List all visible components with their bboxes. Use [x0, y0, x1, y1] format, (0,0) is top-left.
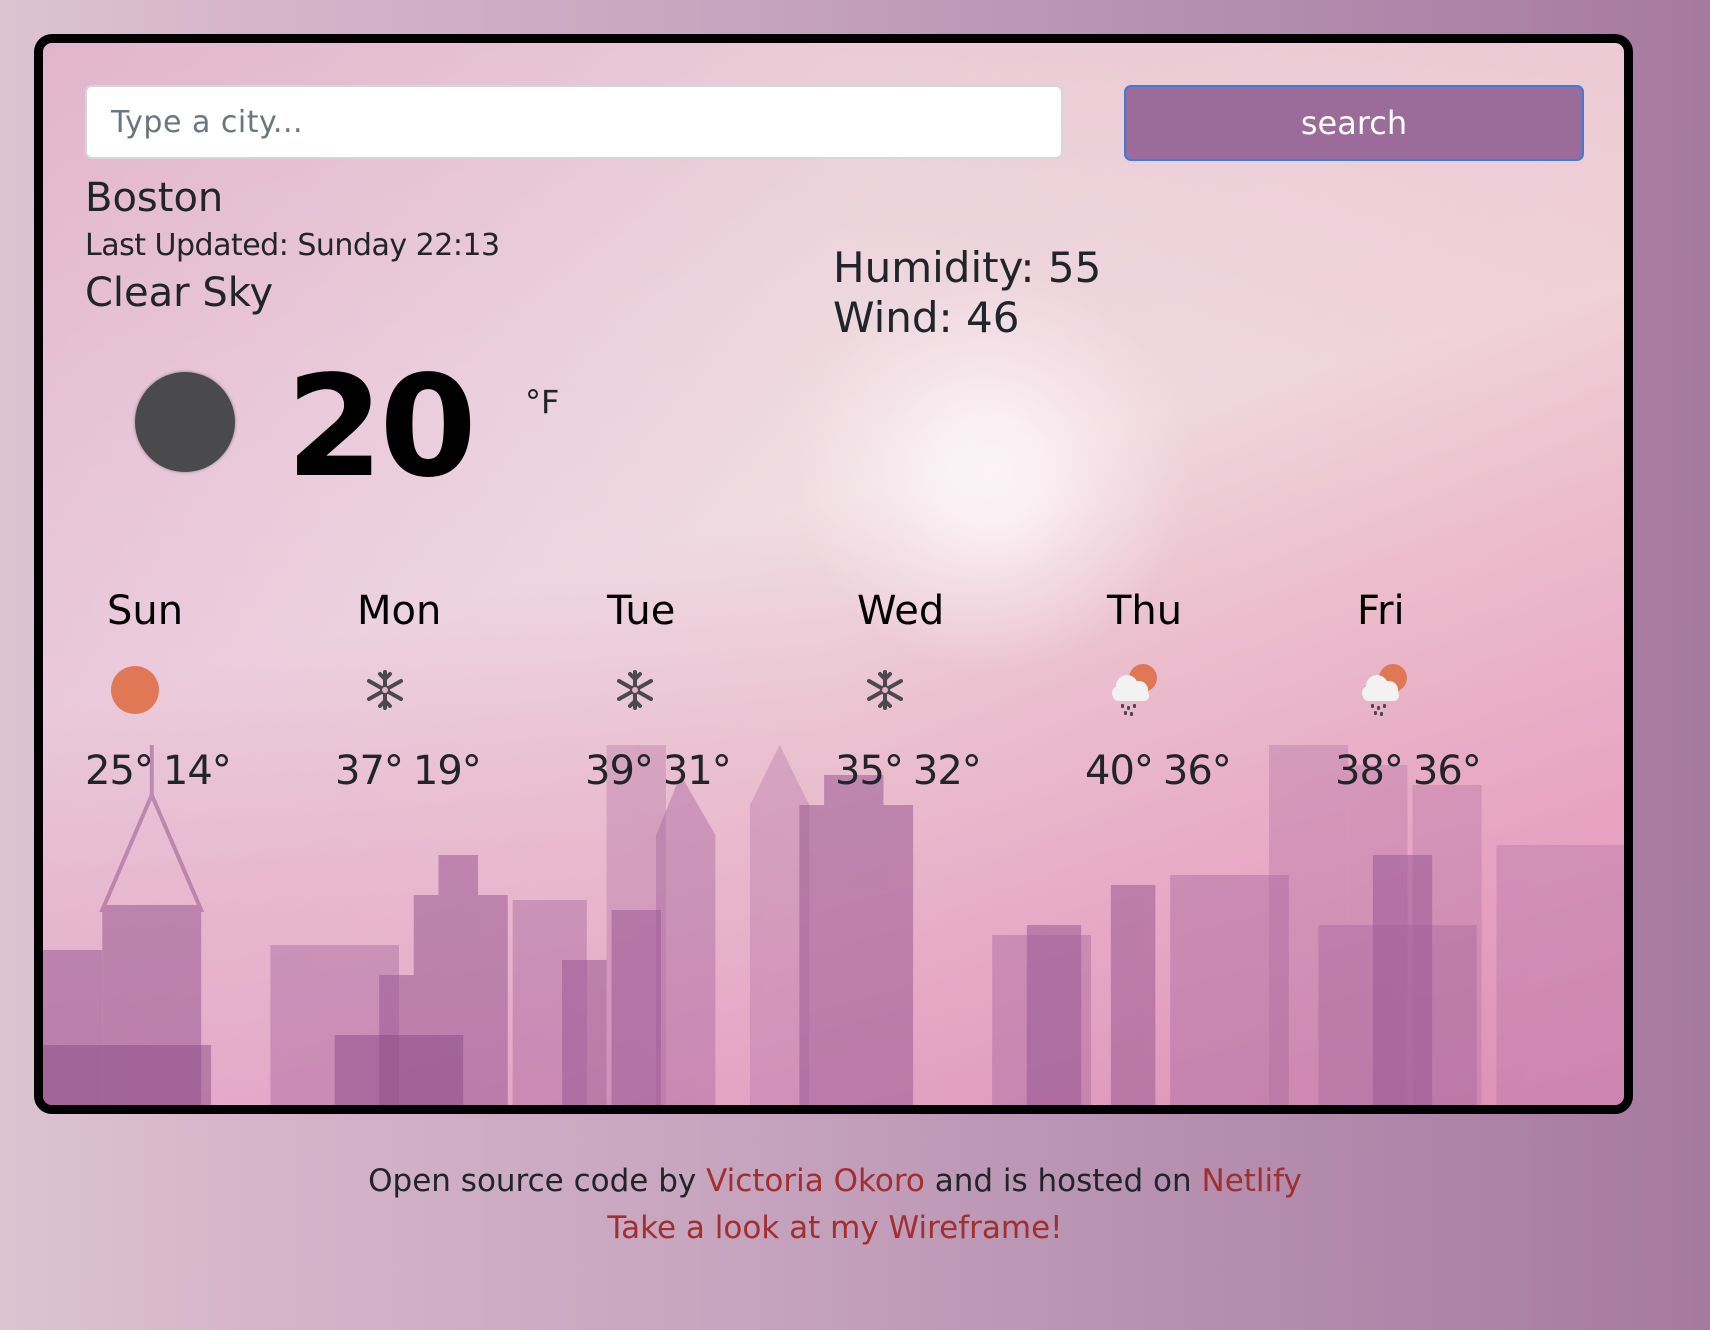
forecast-day-name: Mon [357, 588, 442, 634]
forecast-day: Thu 40° 36° [1085, 588, 1335, 818]
forecast-day-name: Fri [1357, 588, 1405, 634]
forecast-temps: 25° 14° [85, 748, 232, 794]
forecast-low: 14° [162, 748, 232, 794]
humidity: Humidity: 55 [833, 243, 1102, 292]
forecast-temps: 38° 36° [1335, 748, 1482, 794]
forecast-day: Tue 39° 31° [585, 588, 835, 818]
current-temperature: 20 [286, 346, 477, 509]
footer-text: Open source code by [368, 1163, 707, 1199]
sun-icon [111, 666, 159, 714]
clear-night-icon [135, 372, 235, 472]
forecast-high: 37° [335, 748, 404, 794]
forecast-temps: 40° 36° [1085, 748, 1232, 794]
forecast-temps: 39° 31° [585, 748, 732, 794]
wireframe-link[interactable]: Take a look at my Wireframe! [607, 1210, 1062, 1246]
forecast-high: 38° [1335, 748, 1404, 794]
forecast-low: 36° [1162, 748, 1232, 794]
city-name: Boston [85, 175, 224, 221]
forecast-day: Mon 37° 19° [335, 588, 585, 818]
forecast-row: Sun 25° 14° Mon 37° 19° Tue 39° 31° Wed … [85, 588, 1585, 818]
snowflake-icon [617, 670, 653, 710]
forecast-low: 36° [1412, 748, 1482, 794]
forecast-day: Sun 25° 14° [85, 588, 335, 818]
forecast-low: 31° [662, 748, 732, 794]
forecast-day-name: Tue [607, 588, 676, 634]
snowflake-icon [367, 670, 403, 710]
netlify-link[interactable]: Netlify [1202, 1163, 1302, 1199]
forecast-day: Wed 35° 32° [835, 588, 1085, 818]
forecast-low: 32° [912, 748, 982, 794]
forecast-high: 40° [1085, 748, 1154, 794]
rain-cloud-sun-icon [1362, 664, 1407, 716]
forecast-day-name: Thu [1107, 588, 1183, 634]
author-link[interactable]: Victoria Okoro [706, 1163, 925, 1199]
forecast-day: Fri 38° 36° [1335, 588, 1585, 818]
temperature-unit[interactable]: °F [525, 383, 559, 421]
wind: Wind: 46 [833, 293, 1020, 342]
weather-description: Clear Sky [85, 270, 274, 316]
search-button[interactable]: search [1124, 85, 1584, 161]
forecast-high: 25° [85, 748, 154, 794]
footer-text: and is hosted on [924, 1163, 1202, 1199]
footer: Open source code by Victoria Okoro and i… [0, 1158, 1670, 1252]
last-updated: Last Updated: Sunday 22:13 [85, 228, 500, 263]
rain-cloud-sun-icon [1112, 664, 1157, 716]
forecast-high: 35° [835, 748, 904, 794]
snowflake-icon [867, 670, 903, 710]
forecast-day-name: Wed [857, 588, 945, 634]
forecast-low: 19° [412, 748, 482, 794]
forecast-high: 39° [585, 748, 654, 794]
forecast-temps: 35° 32° [835, 748, 982, 794]
city-search-input[interactable] [85, 85, 1063, 159]
forecast-temps: 37° 19° [335, 748, 482, 794]
weather-card: search Boston Last Updated: Sunday 22:13… [34, 34, 1633, 1114]
forecast-day-name: Sun [107, 588, 184, 634]
footer-credits: Open source code by Victoria Okoro and i… [0, 1158, 1670, 1205]
